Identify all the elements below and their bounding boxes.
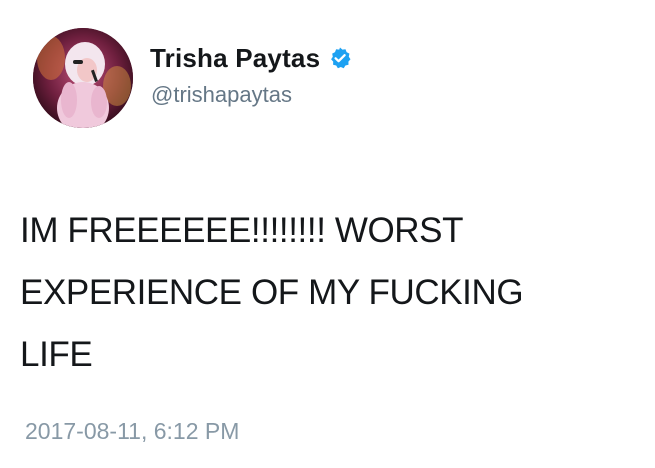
avatar-photo xyxy=(33,28,133,128)
tweet-text-line: LIFE xyxy=(20,335,93,374)
tweet-text-line: IM FREEEEEE!!!!!!!! WORST xyxy=(20,211,464,250)
tweet-timestamp[interactable]: 2017-08-11, 6:12 PM xyxy=(25,418,239,445)
tweet-text: IM FREEEEEE!!!!!!!! WORST EXPERIENCE OF … xyxy=(20,200,640,386)
avatar[interactable] xyxy=(33,28,133,128)
display-name[interactable]: Trisha Paytas xyxy=(150,43,320,74)
username-handle[interactable]: @trishapaytas xyxy=(151,82,292,108)
name-row: Trisha Paytas xyxy=(150,40,352,76)
tweet-card: Trisha Paytas @trishapaytas IM FREEEEEE!… xyxy=(0,0,655,468)
tweet-text-line: EXPERIENCE OF MY FUCKING xyxy=(20,273,524,312)
verified-icon xyxy=(328,46,352,70)
